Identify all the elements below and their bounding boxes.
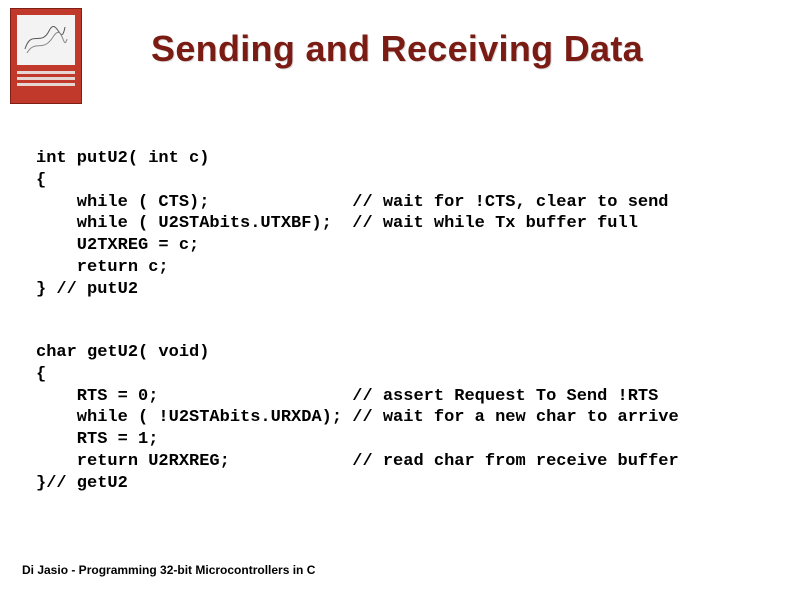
footer-citation: Di Jasio - Programming 32-bit Microcontr… xyxy=(22,563,315,577)
slide: Sending and Receiving Data int putU2( in… xyxy=(0,0,794,595)
slide-title: Sending and Receiving Data xyxy=(0,28,794,70)
code-block-putu2: int putU2( int c) { while ( CTS); // wai… xyxy=(36,148,669,300)
code-block-getu2: char getU2( void) { RTS = 0; // assert R… xyxy=(36,342,679,494)
book-cover-title-lines xyxy=(17,71,75,95)
